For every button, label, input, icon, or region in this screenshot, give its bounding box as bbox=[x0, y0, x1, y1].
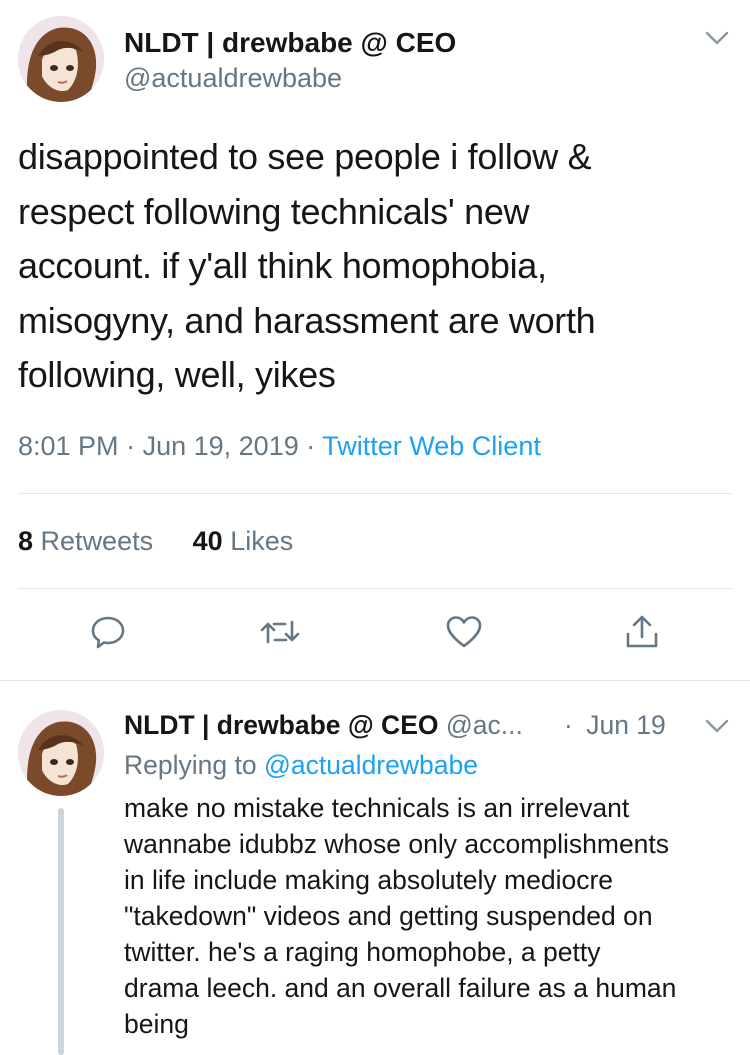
retweet-label: Retweets bbox=[40, 526, 154, 556]
like-icon[interactable] bbox=[442, 610, 486, 654]
reply-text: make no mistake technicals is an irrelev… bbox=[124, 790, 744, 1042]
reply-date-group: · Jun 19 bbox=[564, 710, 666, 741]
avatar-illustration bbox=[18, 16, 104, 102]
tweet-meta: 8:01 PM · Jun 19, 2019 · Twitter Web Cli… bbox=[18, 431, 541, 462]
handle[interactable]: @actualdrewbabe bbox=[124, 63, 342, 94]
retweet-count: 8 bbox=[18, 526, 34, 556]
meta-separator: · bbox=[126, 431, 136, 461]
thread-line bbox=[58, 808, 64, 1055]
avatar[interactable] bbox=[18, 16, 104, 102]
tweet-time[interactable]: 8:01 PM bbox=[18, 431, 119, 461]
divider bbox=[18, 588, 732, 589]
retweets-stat[interactable]: 8 Retweets bbox=[18, 526, 161, 556]
replying-to: Replying to @actualdrewbabe bbox=[124, 750, 478, 781]
tweet-text-line: misogyny, and harassment are worth bbox=[18, 299, 596, 341]
reply-text-line: make no mistake technicals is an irrelev… bbox=[124, 793, 630, 823]
tweet-client[interactable]: Twitter Web Client bbox=[322, 431, 541, 461]
reply-text-line: twitter. he's a raging homophobe, a pett… bbox=[124, 937, 601, 967]
tweet-date[interactable]: Jun 19, 2019 bbox=[143, 431, 299, 461]
like-label: Likes bbox=[230, 526, 294, 556]
display-name[interactable]: NLDT | drewbabe @ CEO bbox=[124, 27, 456, 59]
tweet-text-line: following, well, yikes bbox=[18, 354, 336, 395]
reply-display-name[interactable]: NLDT | drewbabe @ CEO bbox=[124, 710, 438, 740]
reply-icon[interactable] bbox=[86, 610, 130, 654]
avatar-illustration bbox=[18, 710, 104, 796]
tweet-text-line: disappointed to see people i follow & bbox=[18, 136, 592, 177]
meta-separator: · bbox=[564, 710, 573, 740]
likes-stat[interactable]: 40 Likes bbox=[193, 526, 294, 556]
retweet-icon[interactable] bbox=[258, 610, 302, 654]
reply-text-line: drama leech. and an overall failure as a… bbox=[124, 973, 677, 1003]
chevron-down-icon[interactable] bbox=[704, 28, 730, 48]
like-count: 40 bbox=[192, 526, 223, 556]
reply-handle[interactable]: @ac... bbox=[446, 710, 523, 740]
share-icon[interactable] bbox=[620, 610, 664, 654]
reply-text-line: wannabe idubbz whose only accomplishment… bbox=[124, 829, 670, 859]
replying-to-handle[interactable]: @actualdrewbabe bbox=[264, 750, 478, 780]
tweet-stats: 8 Retweets 40 Likes bbox=[18, 526, 293, 557]
tweet-text-line: account. if y'all think homophobia, bbox=[18, 245, 547, 286]
tweet-text-line: respect following technicals' new bbox=[18, 190, 530, 232]
replying-to-label: Replying to bbox=[124, 750, 257, 780]
chevron-down-icon[interactable] bbox=[704, 716, 730, 736]
divider bbox=[18, 493, 732, 494]
avatar[interactable] bbox=[18, 710, 104, 796]
reply-date[interactable]: Jun 19 bbox=[586, 710, 666, 740]
reply-text-line: "takedown" videos and getting suspended … bbox=[124, 901, 653, 931]
reply-header: NLDT | drewbabe @ CEO @ac... bbox=[124, 710, 523, 741]
tweet-text: disappointed to see people i follow & re… bbox=[18, 130, 738, 403]
divider bbox=[0, 680, 750, 681]
reply-text-line: being bbox=[124, 1009, 189, 1039]
reply-text-line: in life include making absolutely medioc… bbox=[124, 865, 614, 895]
meta-separator: · bbox=[306, 431, 316, 461]
